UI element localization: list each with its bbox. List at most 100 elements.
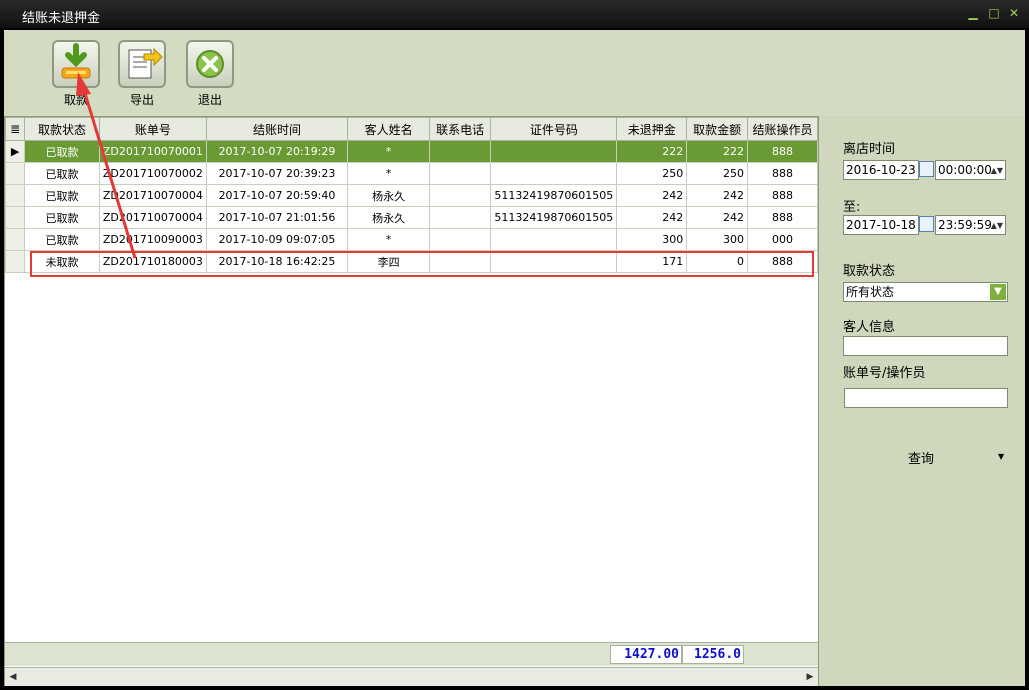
status-label: 取款状态	[843, 264, 896, 279]
to-time-value: 23:59:59	[938, 218, 992, 232]
cell-guest: 杨永久	[347, 184, 431, 207]
to-time-field[interactable]: 23:59:59 ▲▼	[935, 215, 1006, 235]
spinner-icon[interactable]: ▲▼	[991, 217, 1003, 235]
cell-guest: *	[347, 140, 431, 163]
from-time-field[interactable]: 00:00:00 ▲▼	[935, 160, 1006, 180]
toolbar: 取款 导出 退出	[4, 30, 1025, 116]
table-row[interactable]: 已取款 ZD201710070004 2017-10-07 21:01:56 杨…	[4, 206, 818, 229]
chevron-down-icon[interactable]: ▼	[998, 452, 1004, 461]
cell-status: 已取款	[24, 140, 100, 163]
query-button[interactable]: 查询	[908, 448, 934, 467]
deposit-table: ≣ 取款状态 账单号 结账时间 客人姓名 联系电话 证件号码 未退押金 取款金额…	[4, 117, 818, 273]
horizontal-scrollbar[interactable]: ◀ ▶	[5, 667, 818, 686]
cell-time: 2017-10-09 09:07:05	[205, 228, 349, 251]
cell-phone	[429, 184, 492, 207]
withdraw-label: 取款	[63, 93, 88, 107]
minimize-icon[interactable]: ▁	[966, 6, 980, 20]
cell-withdrawn: 300	[686, 228, 749, 251]
cell-bill: ZD201710070004	[98, 206, 207, 229]
calendar-icon[interactable]	[919, 216, 934, 232]
scroll-left-icon[interactable]: ◀	[5, 668, 21, 686]
calendar-icon[interactable]	[919, 161, 934, 177]
row-header	[4, 184, 26, 207]
client-area: 取款 导出 退出 ≣ 取款状态 账单号 结账时间 客人姓名 联系电话 证件号码 …	[4, 30, 1025, 686]
spinner-icon[interactable]: ▲▼	[991, 162, 1003, 180]
column-header[interactable]: 取款状态	[24, 117, 100, 141]
cell-withdrawn: 222	[686, 140, 749, 163]
cell-bill: ZD201710070004	[98, 184, 207, 207]
cell-withdrawn: 250	[686, 162, 749, 185]
cell-status: 已取款	[24, 184, 100, 207]
cell-id	[490, 228, 618, 251]
cell-operator: 000	[747, 228, 818, 251]
exit-button[interactable]: 退出	[182, 40, 238, 112]
cell-phone	[429, 206, 492, 229]
export-button[interactable]: 导出	[114, 40, 170, 112]
exit-icon	[186, 40, 234, 88]
row-header	[4, 162, 26, 185]
cell-operator: 888	[747, 162, 818, 185]
row-pointer-icon: ▶	[4, 140, 26, 163]
filter-panel: 离店时间 2016-10-23 00:00:00 ▲▼ 至: 2017-10-1…	[822, 116, 1025, 686]
from-date-field[interactable]: 2016-10-23	[843, 160, 919, 180]
cell-id: 51132419870601505	[490, 206, 618, 229]
column-header[interactable]: 取款金额	[686, 117, 749, 141]
highlight-box	[30, 251, 814, 277]
column-header[interactable]: 证件号码	[490, 117, 618, 141]
cell-guest: *	[347, 162, 431, 185]
cell-time: 2017-10-07 20:19:29	[205, 140, 349, 163]
guest-info-input[interactable]	[843, 336, 1008, 356]
bill-operator-input[interactable]	[844, 388, 1008, 408]
row-header	[4, 206, 26, 229]
cell-status: 已取款	[24, 206, 100, 229]
withdraw-button[interactable]: 取款	[48, 40, 104, 112]
deposit-grid[interactable]: ≣ 取款状态 账单号 结账时间 客人姓名 联系电话 证件号码 未退押金 取款金额…	[4, 116, 819, 686]
column-header[interactable]: 联系电话	[429, 117, 492, 141]
bill-operator-label: 账单号/操作员	[843, 366, 926, 381]
column-header[interactable]: 客人姓名	[347, 117, 431, 141]
chevron-down-icon[interactable]: ▼	[990, 284, 1006, 300]
status-value: 所有状态	[846, 285, 895, 299]
cell-id	[490, 162, 618, 185]
total-deposit: 1427.00	[610, 645, 682, 664]
cell-operator: 888	[747, 184, 818, 207]
select-all-icon[interactable]: ≣	[4, 117, 26, 141]
guest-info-label: 客人信息	[843, 320, 896, 335]
close-icon[interactable]: ✕	[1007, 6, 1021, 20]
table-row[interactable]: 已取款 ZD201710070004 2017-10-07 20:59:40 杨…	[4, 184, 818, 207]
column-header[interactable]: 未退押金	[616, 117, 688, 141]
cell-deposit: 222	[616, 140, 688, 163]
to-date-field[interactable]: 2017-10-18	[843, 215, 919, 235]
column-header[interactable]: 账单号	[98, 117, 207, 141]
table-row[interactable]: ▶ 已取款 ZD201710070001 2017-10-07 20:19:29…	[4, 140, 818, 163]
title-bar: 结账未退押金 ▁ □ ✕	[0, 0, 1029, 28]
cell-bill: ZD201710090003	[98, 228, 207, 251]
cell-id: 51132419870601505	[490, 184, 618, 207]
cell-withdrawn: 242	[686, 206, 749, 229]
cell-time: 2017-10-07 20:59:40	[205, 184, 349, 207]
row-header	[4, 228, 26, 251]
column-header[interactable]: 结账操作员	[747, 117, 818, 141]
cell-deposit: 242	[616, 184, 688, 207]
cell-operator: 888	[747, 206, 818, 229]
cell-status: 已取款	[24, 162, 100, 185]
app-window: 结账未退押金 ▁ □ ✕ 取款 导出 退出 ≣ 取款状态 账单号 结账时间 客人…	[0, 0, 1029, 690]
exit-label: 退出	[197, 93, 222, 107]
maximize-icon[interactable]: □	[987, 6, 1001, 20]
cell-time: 2017-10-07 21:01:56	[205, 206, 349, 229]
status-select[interactable]: 所有状态 ▼	[843, 282, 1008, 302]
totals-footer: 1427.00 1256.0	[5, 642, 818, 666]
scroll-right-icon[interactable]: ▶	[802, 668, 818, 686]
cell-deposit: 242	[616, 206, 688, 229]
export-icon	[118, 40, 166, 88]
table-header: ≣ 取款状态 账单号 结账时间 客人姓名 联系电话 证件号码 未退押金 取款金额…	[4, 117, 818, 141]
cell-bill: ZD201710070002	[98, 162, 207, 185]
cell-status: 已取款	[24, 228, 100, 251]
withdraw-icon	[52, 40, 100, 88]
column-header[interactable]: 结账时间	[205, 117, 349, 141]
cell-id	[490, 140, 618, 163]
checkout-time-label: 离店时间	[843, 142, 896, 157]
table-row[interactable]: 已取款 ZD201710070002 2017-10-07 20:39:23 *…	[4, 162, 818, 185]
row-header	[4, 250, 26, 273]
table-row[interactable]: 已取款 ZD201710090003 2017-10-09 09:07:05 *…	[4, 228, 818, 251]
